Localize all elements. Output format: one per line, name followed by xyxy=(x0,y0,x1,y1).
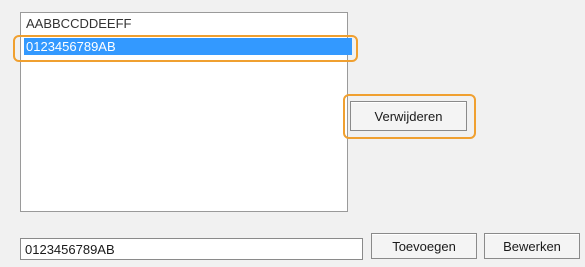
add-button[interactable]: Toevoegen xyxy=(371,233,477,259)
address-listbox[interactable]: AABBCCDDEEFF 0123456789AB xyxy=(20,12,352,212)
edit-button[interactable]: Bewerken xyxy=(484,233,580,259)
list-item[interactable]: AABBCCDDEEFF xyxy=(24,15,344,32)
mac-address-filter-panel: AABBCCDDEEFF 0123456789AB Verwijderen To… xyxy=(0,0,585,267)
remove-button[interactable]: Verwijderen xyxy=(350,101,467,131)
address-input[interactable] xyxy=(20,238,363,260)
list-item-selected[interactable]: 0123456789AB xyxy=(24,38,352,55)
